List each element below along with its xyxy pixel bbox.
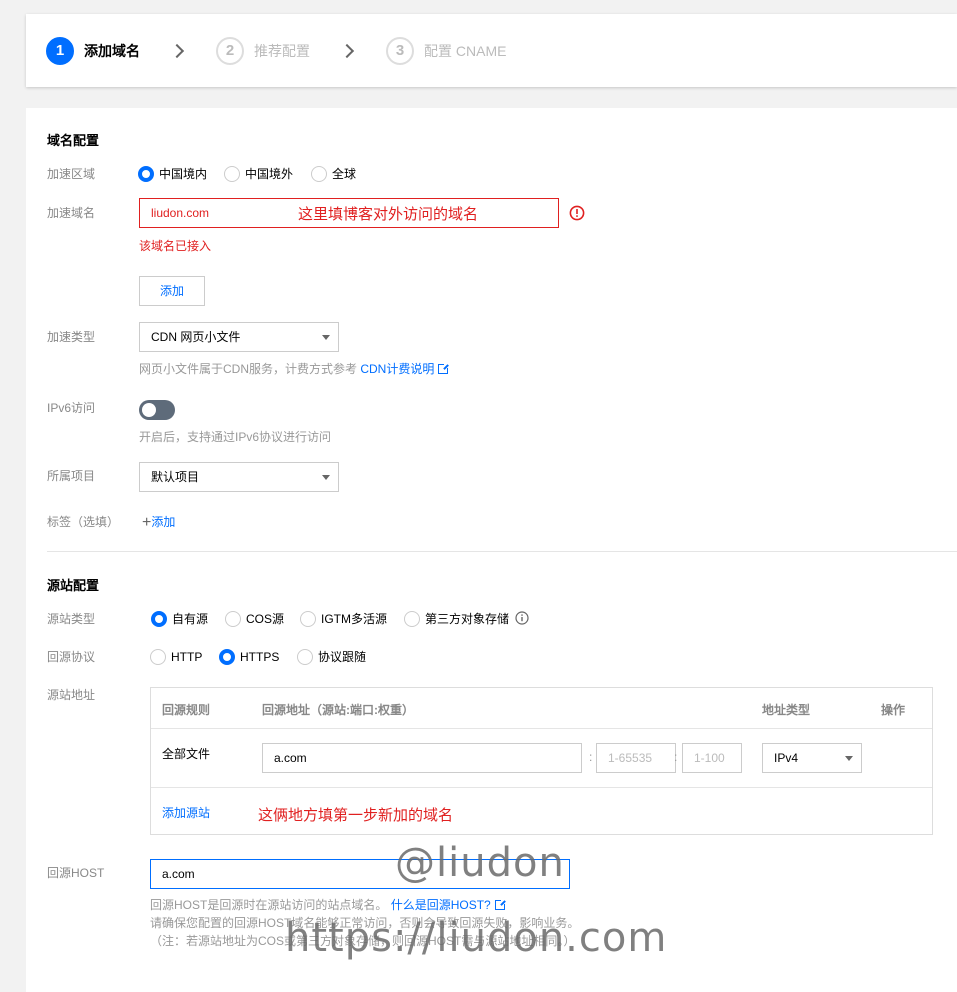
host-label: 回源HOST (47, 866, 105, 880)
ipv6-label: IPv6访问 (47, 401, 96, 415)
project-select-value: 默认项目 (151, 470, 200, 484)
type-select-value: CDN 网页小文件 (151, 330, 241, 344)
error-icon (569, 205, 585, 221)
weight-placeholder: 1-100 (694, 751, 725, 765)
section-divider (47, 551, 957, 552)
watermark-url: https://liudon.com (285, 915, 668, 961)
domain-input-value: liudon.com (151, 206, 210, 220)
colon-separator: : (589, 750, 593, 764)
region-option-overseas[interactable]: 中国境外 (245, 166, 293, 182)
host-help-1: 回源HOST是回源时在源站访问的站点域名。 什么是回源HOST? (150, 897, 506, 913)
host-input-value: a.com (162, 867, 195, 881)
origin-type-thirdparty[interactable]: 第三方对象存储 (425, 611, 509, 627)
watermark-handle: @liudon (395, 840, 565, 886)
origin-type-igtm[interactable]: IGTM多活源 (321, 611, 387, 627)
table-row-divider (151, 787, 932, 788)
project-select[interactable]: 默认项目 (139, 462, 339, 492)
protocol-follow[interactable]: 协议跟随 (318, 649, 366, 665)
origin-type-radio-own[interactable] (151, 611, 167, 627)
protocol-label: 回源协议 (47, 650, 96, 664)
info-icon[interactable] (515, 611, 529, 625)
origin-port-input[interactable]: 1-65535 (596, 743, 676, 773)
region-radio-overseas[interactable] (224, 166, 240, 182)
row-rule: 全部文件 (162, 747, 211, 761)
domain-label: 加速域名 (47, 206, 96, 220)
host-help-1-text: 回源HOST是回源时在源站访问的站点域名。 (150, 898, 388, 912)
address-label: 源站地址 (47, 688, 96, 702)
type-label: 加速类型 (47, 330, 96, 344)
origin-type-radio-thirdparty[interactable] (404, 611, 420, 627)
step-2-number: 2 (216, 37, 244, 65)
external-link-icon[interactable] (438, 363, 450, 374)
add-origin-link[interactable]: 添加源站 (162, 804, 210, 821)
step-3-label[interactable]: 配置 CNAME (424, 41, 506, 61)
type-help: 网页小文件属于CDN服务，计费方式参考 CDN计费说明 (139, 361, 450, 377)
origin-address-value: a.com (274, 751, 307, 765)
cdn-billing-link[interactable]: CDN计费说明 (360, 362, 434, 376)
region-radio-mainland[interactable] (138, 166, 154, 182)
chevron-down-icon (322, 475, 330, 480)
origin-weight-input[interactable]: 1-100 (682, 743, 742, 773)
domain-annotation: 这里填博客对外访问的域名 (298, 206, 479, 223)
add-tag-label: 添加 (151, 515, 176, 529)
origin-type-label: 源站类型 (47, 612, 96, 626)
region-option-global[interactable]: 全球 (332, 166, 356, 182)
step-1-number: 1 (46, 37, 74, 65)
region-option-mainland[interactable]: 中国境内 (159, 166, 207, 182)
port-placeholder: 1-65535 (608, 751, 653, 765)
protocol-https[interactable]: HTTPS (240, 649, 279, 665)
ipv6-help: 开启后，支持通过IPv6协议进行访问 (139, 430, 332, 444)
origin-config-title: 源站配置 (47, 578, 100, 593)
table-header-divider (151, 728, 932, 729)
table-header-rule: 回源规则 (162, 703, 211, 717)
chevron-down-icon (322, 335, 330, 340)
domain-error-text: 该域名已接入 (139, 239, 212, 253)
colon-separator: : (674, 750, 678, 764)
addr-type-value: IPv4 (774, 751, 799, 765)
project-label: 所属项目 (47, 469, 96, 483)
origin-address-input[interactable]: a.com (262, 743, 582, 773)
domain-config-title: 域名配置 (47, 133, 100, 148)
external-link-icon[interactable] (494, 899, 506, 910)
tag-label: 标签（选填） (47, 515, 120, 529)
add-tag-button[interactable]: +添加 (142, 514, 175, 531)
origin-type-cos[interactable]: COS源 (246, 611, 284, 627)
region-label: 加速区域 (47, 167, 96, 181)
origin-type-radio-igtm[interactable] (300, 611, 316, 627)
plus-icon: + (142, 514, 152, 531)
chevron-right-icon (169, 43, 185, 59)
origin-table: 回源规则 回源地址（源站:端口:权重） 地址类型 操作 全部文件 a.com :… (150, 687, 933, 835)
origin-type-radio-cos[interactable] (225, 611, 241, 627)
step-2-label[interactable]: 推荐配置 (254, 41, 310, 61)
table-annotation: 这俩地方填第一步新加的域名 (258, 807, 454, 824)
region-radio-global[interactable] (311, 166, 327, 182)
ipv6-toggle[interactable] (139, 400, 175, 420)
type-help-text: 网页小文件属于CDN服务，计费方式参考 (139, 362, 357, 376)
add-domain-button[interactable]: 添加 (139, 276, 205, 306)
protocol-radio-follow[interactable] (297, 649, 313, 665)
protocol-radio-https[interactable] (219, 649, 235, 665)
toggle-knob (142, 403, 156, 417)
table-header-addr-type: 地址类型 (762, 703, 811, 717)
step-1-label[interactable]: 添加域名 (84, 41, 140, 61)
protocol-radio-http[interactable] (150, 649, 166, 665)
chevron-down-icon (845, 756, 853, 761)
type-select[interactable]: CDN 网页小文件 (139, 322, 339, 352)
what-is-host-link[interactable]: 什么是回源HOST? (391, 898, 491, 912)
protocol-http[interactable]: HTTP (171, 649, 202, 665)
table-header-address: 回源地址（源站:端口:权重） (262, 703, 414, 717)
chevron-right-icon (339, 43, 355, 59)
step-3-number: 3 (386, 37, 414, 65)
table-header-action: 操作 (881, 703, 906, 717)
steps-bar: 1 添加域名 2 推荐配置 3 配置 CNAME (26, 14, 957, 87)
origin-type-own[interactable]: 自有源 (172, 611, 208, 627)
